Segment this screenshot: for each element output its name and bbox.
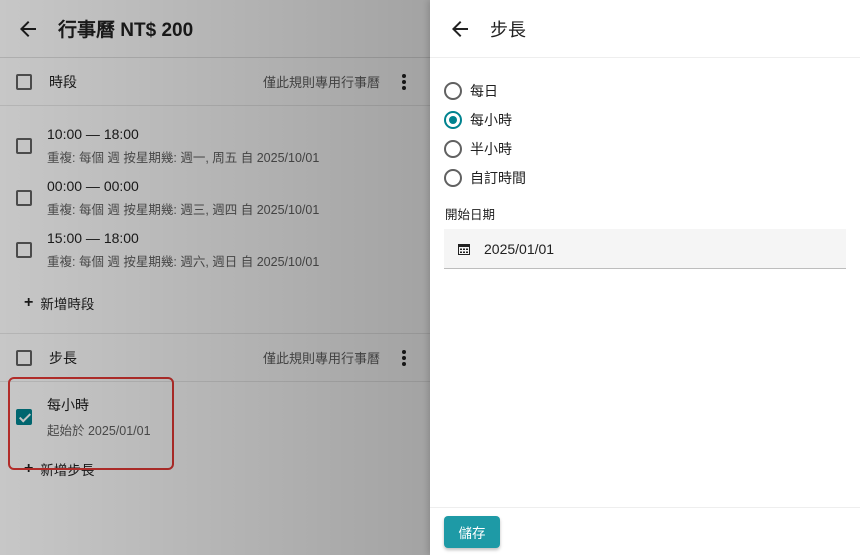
plus-icon: + bbox=[24, 293, 34, 311]
option-label: 自訂時間 bbox=[470, 169, 526, 186]
save-button[interactable]: 儲存 bbox=[444, 516, 500, 548]
option-label: 每日 bbox=[470, 82, 498, 99]
step-editor-panel: 步長 每日 每小時 半小時 自訂時間 開始日期 2025/01/01 儲存 bbox=[430, 0, 860, 555]
time-rule-checkbox[interactable] bbox=[16, 242, 32, 258]
time-rule-row[interactable]: 00:00 — 00:00 重複: 每個 週 按星期幾: 週三, 週四 自 20… bbox=[0, 172, 430, 224]
start-date-label: 開始日期 bbox=[445, 208, 496, 222]
option-half-hour[interactable]: 半小時 bbox=[444, 134, 846, 163]
add-time-slot-label: 新增時段 bbox=[40, 296, 95, 312]
panel-title: 步長 bbox=[490, 19, 526, 40]
back-arrow-icon[interactable] bbox=[448, 17, 472, 41]
calendar-panel: 行事曆 NT$ 200 時段 僅此規則專用行事曆 10:00 — 18:00 重… bbox=[0, 0, 430, 555]
step-section-hint: 僅此規則專用行事曆 bbox=[262, 351, 380, 366]
time-rule-row[interactable]: 10:00 — 18:00 重複: 每個 週 按星期幾: 週一, 周五 自 20… bbox=[0, 120, 430, 172]
highlight-box bbox=[8, 377, 174, 470]
calendar-icon bbox=[458, 243, 470, 255]
start-date-value: 2025/01/01 bbox=[484, 240, 555, 257]
time-rule-time: 15:00 — 18:00 bbox=[47, 230, 139, 246]
step-section-header: 步長 僅此規則專用行事曆 bbox=[0, 334, 430, 382]
radio-button[interactable] bbox=[444, 81, 462, 100]
option-custom[interactable]: 自訂時間 bbox=[444, 163, 846, 192]
radio-button[interactable] bbox=[444, 168, 462, 187]
time-rule-detail: 重複: 每個 週 按星期幾: 週六, 週日 自 2025/10/01 bbox=[47, 255, 320, 269]
time-rule-time: 10:00 — 18:00 bbox=[47, 126, 139, 142]
time-rule-row[interactable]: 15:00 — 18:00 重複: 每個 週 按星期幾: 週六, 週日 自 20… bbox=[0, 224, 430, 276]
add-time-slot-button[interactable]: + 新增時段 bbox=[0, 280, 430, 334]
page-title: 行事曆 NT$ 200 bbox=[58, 20, 194, 41]
right-topbar: 步長 bbox=[430, 0, 860, 58]
left-topbar: 行事曆 NT$ 200 bbox=[0, 0, 430, 58]
back-arrow-icon[interactable] bbox=[16, 17, 40, 41]
time-section-checkbox[interactable] bbox=[16, 73, 32, 90]
step-section-checkbox[interactable] bbox=[16, 349, 32, 366]
time-section-header: 時段 僅此規則專用行事曆 bbox=[0, 58, 430, 106]
radio-button[interactable] bbox=[444, 139, 462, 158]
more-vertical-icon[interactable] bbox=[394, 72, 414, 92]
option-label: 每小時 bbox=[470, 111, 512, 128]
panel-footer: 儲存 bbox=[430, 507, 860, 555]
start-date-field[interactable]: 2025/01/01 bbox=[444, 229, 846, 269]
time-section-hint: 僅此規則專用行事曆 bbox=[262, 75, 380, 90]
more-vertical-icon[interactable] bbox=[394, 348, 414, 368]
time-rule-detail: 重複: 每個 週 按星期幾: 週一, 周五 自 2025/10/01 bbox=[47, 151, 320, 165]
time-rule-time: 00:00 — 00:00 bbox=[47, 178, 139, 194]
radio-button[interactable] bbox=[444, 110, 462, 129]
option-label: 半小時 bbox=[470, 140, 512, 157]
time-rule-checkbox[interactable] bbox=[16, 190, 32, 206]
time-section-label: 時段 bbox=[49, 73, 77, 90]
step-section-label: 步長 bbox=[49, 349, 77, 366]
option-hourly[interactable]: 每小時 bbox=[444, 105, 846, 134]
time-rule-detail: 重複: 每個 週 按星期幾: 週三, 週四 自 2025/10/01 bbox=[47, 203, 320, 217]
step-options: 每日 每小時 半小時 自訂時間 bbox=[430, 58, 860, 192]
time-rule-checkbox[interactable] bbox=[16, 138, 32, 154]
option-daily[interactable]: 每日 bbox=[444, 76, 846, 105]
